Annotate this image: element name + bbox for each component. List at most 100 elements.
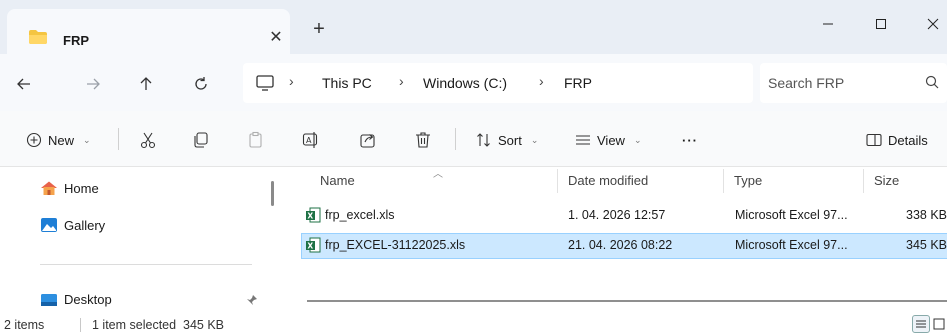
command-bar: New ⌄ A Sort ⌄ View ⌄ ··· Details — [0, 111, 947, 167]
column-header-date[interactable]: Date modified — [568, 173, 648, 188]
file-name: frp_EXCEL-31122025.xls — [325, 238, 466, 252]
new-tab-button[interactable]: + — [306, 17, 332, 43]
svg-text:X: X — [307, 242, 313, 251]
details-view-button[interactable] — [912, 315, 930, 333]
details-label: Details — [888, 132, 928, 148]
breadcrumb-windows-c[interactable]: Windows (C:) — [423, 75, 507, 91]
close-window-button[interactable] — [910, 6, 947, 42]
arrow-left-icon — [17, 78, 30, 90]
excel-file-icon: X — [305, 237, 321, 256]
plus-circle-icon — [26, 132, 42, 148]
search-input[interactable]: Search FRP — [760, 63, 947, 103]
details-pane-button[interactable]: Details — [866, 127, 928, 153]
paste-button[interactable] — [247, 127, 265, 153]
column-divider[interactable] — [723, 169, 724, 193]
view-label: View — [597, 132, 625, 148]
column-header-name[interactable]: Name — [320, 173, 355, 188]
table-row[interactable]: X frp_excel.xls 1. 04. 2026 12:57 Micros… — [301, 203, 947, 229]
sort-button[interactable]: Sort ⌄ — [476, 127, 538, 153]
sort-label: Sort — [498, 132, 522, 148]
refresh-button[interactable] — [188, 71, 214, 97]
monitor-icon — [255, 74, 275, 95]
home-icon — [41, 181, 57, 195]
file-date: 1. 04. 2026 12:57 — [568, 208, 666, 222]
status-divider — [80, 318, 81, 332]
file-name: frp_excel.xls — [325, 208, 395, 222]
clipboard-icon — [249, 131, 262, 148]
chevron-down-icon: ⌄ — [530, 134, 539, 145]
column-divider[interactable] — [863, 169, 864, 193]
sidebar-item-label: Gallery — [64, 217, 106, 233]
file-type: Microsoft Excel 97... — [735, 238, 848, 252]
excel-file-icon: X — [305, 207, 321, 226]
view-lines-icon — [576, 135, 590, 145]
tab-frp[interactable]: FRP ✕ — [7, 9, 290, 54]
gallery-icon — [41, 218, 57, 232]
search-icon — [925, 75, 939, 92]
title-bar: FRP ✕ + — [0, 0, 947, 54]
file-size: 345 KB — [906, 238, 947, 252]
rename-icon: A — [302, 132, 318, 148]
selection-info: 1 item selected 345 KB — [92, 318, 225, 332]
forward-button[interactable] — [80, 71, 106, 97]
chevron-down-icon: ⌄ — [633, 134, 642, 145]
new-label: New — [48, 132, 75, 148]
list-view-icon — [916, 320, 926, 328]
sidebar-item-desktop[interactable]: Desktop — [40, 292, 112, 307]
up-button[interactable] — [133, 71, 159, 97]
pin-icon[interactable] — [246, 294, 258, 309]
tab-close-button[interactable]: ✕ — [265, 27, 287, 49]
column-header-type[interactable]: Type — [734, 173, 762, 188]
column-header-size[interactable]: Size — [874, 173, 899, 188]
new-button[interactable]: New ⌄ — [26, 127, 91, 153]
address-row: › This PC › Windows (C:) › FRP Search FR… — [0, 54, 947, 111]
column-divider[interactable] — [557, 169, 558, 193]
folder-icon — [28, 29, 48, 48]
breadcrumb-separator: › — [399, 73, 404, 89]
file-type: Microsoft Excel 97... — [735, 208, 848, 222]
sidebar-item-gallery[interactable]: Gallery — [40, 217, 105, 233]
table-row[interactable]: X frp_EXCEL-31122025.xls 21. 04. 2026 08… — [301, 233, 947, 259]
maximize-button[interactable] — [858, 6, 904, 42]
refresh-icon — [195, 77, 207, 90]
share-button[interactable] — [359, 127, 377, 153]
sidebar-item-label: Desktop — [64, 292, 112, 307]
minimize-button[interactable] — [805, 6, 851, 42]
scissors-icon — [140, 132, 156, 149]
share-icon — [360, 134, 375, 148]
address-bar[interactable]: › This PC › Windows (C:) › FRP — [243, 63, 753, 103]
rename-button[interactable]: A — [302, 127, 320, 153]
chevron-down-icon: ⌄ — [83, 134, 91, 145]
cut-button[interactable] — [139, 127, 157, 153]
sort-ascending-icon: ︿ — [433, 169, 443, 180]
maximize-icon — [876, 19, 886, 29]
search-placeholder: Search FRP — [768, 75, 845, 91]
delete-button[interactable] — [414, 127, 432, 153]
file-list: ︿ Name Date modified Type Size X frp_exc… — [287, 167, 947, 315]
toolbar-divider — [118, 128, 119, 150]
large-icons-view-button[interactable] — [931, 315, 947, 333]
back-button[interactable] — [11, 71, 37, 97]
tab-title: FRP — [63, 33, 89, 48]
sidebar-item-label: Home — [64, 180, 99, 196]
status-bar: 2 items 1 item selected 345 KB — [0, 315, 947, 335]
arrow-up-icon — [140, 77, 152, 90]
file-date: 21. 04. 2026 08:22 — [568, 238, 673, 252]
copy-button[interactable] — [192, 127, 210, 153]
breadcrumb-frp[interactable]: FRP — [564, 75, 592, 91]
sidebar-item-home[interactable]: Home — [40, 180, 99, 196]
navigation-pane: Home Gallery Desktop — [0, 167, 280, 315]
svg-text:X: X — [307, 212, 313, 221]
sidebar-divider — [40, 264, 252, 265]
navigation-scrollbar[interactable] — [271, 181, 274, 206]
horizontal-scrollbar[interactable] — [307, 300, 947, 302]
breadcrumb-this-pc[interactable]: This PC — [322, 75, 372, 91]
sort-icon — [477, 133, 490, 147]
trash-icon — [416, 132, 430, 148]
close-icon — [927, 18, 939, 30]
item-count: 2 items — [4, 318, 45, 332]
more-options-button[interactable]: ··· — [682, 127, 698, 153]
desktop-icon — [41, 293, 57, 306]
arrow-right-icon — [87, 78, 100, 90]
view-button[interactable]: View ⌄ — [575, 127, 642, 153]
